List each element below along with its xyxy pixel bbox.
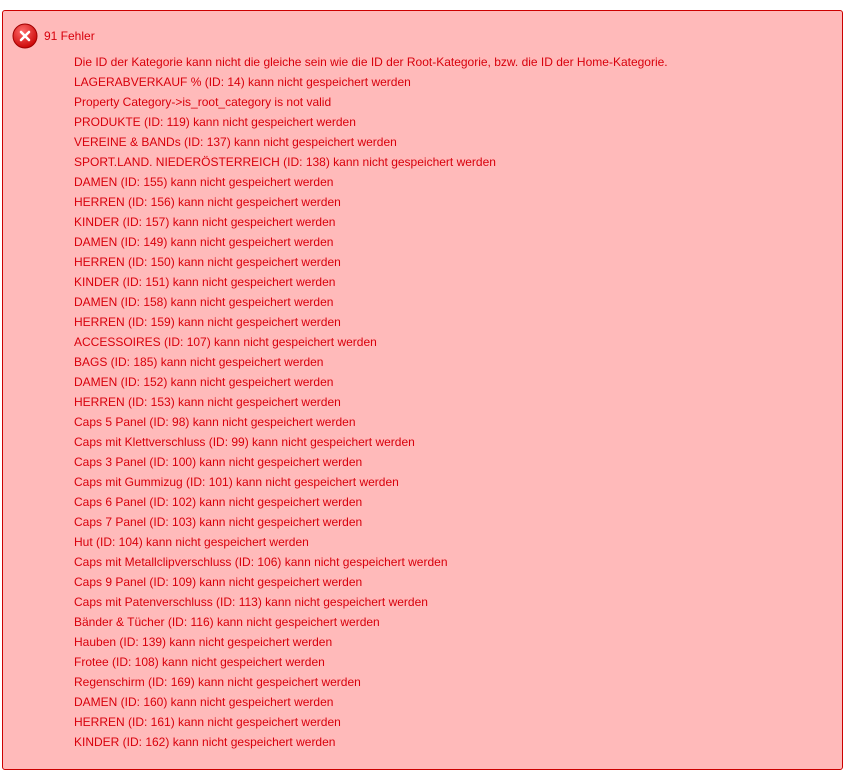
error-message-item: Die ID der Kategorie kann nicht die glei… (74, 55, 668, 69)
error-message-item: LAGERABVERKAUF % (ID: 14) kann nicht ges… (74, 75, 411, 89)
error-message-item: KINDER (ID: 151) kann nicht gespeichert … (74, 275, 336, 289)
error-message-item: Caps 9 Panel (ID: 109) kann nicht gespei… (74, 575, 363, 589)
error-message-item: DAMEN (ID: 149) kann nicht gespeichert w… (74, 235, 334, 249)
error-message-item: HERREN (ID: 156) kann nicht gespeichert … (74, 195, 341, 209)
error-message-item: DAMEN (ID: 160) kann nicht gespeichert w… (74, 695, 334, 709)
error-message-item: Hut (ID: 104) kann nicht gespeichert wer… (74, 535, 309, 549)
error-message-item: Caps 7 Panel (ID: 103) kann nicht gespei… (74, 515, 363, 529)
error-message-list: Die ID der Kategorie kann nicht die glei… (74, 52, 668, 752)
error-circle-x-icon (12, 23, 38, 49)
error-message-item: Property Category->is_root_category is n… (74, 95, 332, 109)
error-message-item: KINDER (ID: 162) kann nicht gespeichert … (74, 735, 336, 749)
error-message-item: Frotee (ID: 108) kann nicht gespeichert … (74, 655, 325, 669)
error-message-item: Caps mit Metallclipverschluss (ID: 106) … (74, 555, 448, 569)
error-message-item: HERREN (ID: 161) kann nicht gespeichert … (74, 715, 341, 729)
error-message-item: Caps 3 Panel (ID: 100) kann nicht gespei… (74, 455, 363, 469)
error-message-item: Caps mit Gummizug (ID: 101) kann nicht g… (74, 475, 399, 489)
error-message-item: PRODUKTE (ID: 119) kann nicht gespeicher… (74, 115, 356, 129)
error-count-label: 91 Fehler (44, 29, 95, 43)
error-message-item: DAMEN (ID: 152) kann nicht gespeichert w… (74, 375, 334, 389)
error-message-item: VEREINE & BANDs (ID: 137) kann nicht ges… (74, 135, 397, 149)
error-alert-header: 91 Fehler (12, 23, 95, 49)
error-message-item: BAGS (ID: 185) kann nicht gespeichert we… (74, 355, 324, 369)
error-message-item: Caps 5 Panel (ID: 98) kann nicht gespeic… (74, 415, 356, 429)
error-message-item: SPORT.LAND. NIEDERÖSTERREICH (ID: 138) k… (74, 155, 496, 169)
error-message-item: Caps mit Klettverschluss (ID: 99) kann n… (74, 435, 415, 449)
error-message-item: HERREN (ID: 150) kann nicht gespeichert … (74, 255, 341, 269)
error-message-item: Caps mit Patenverschluss (ID: 113) kann … (74, 595, 428, 609)
error-message-item: ACCESSOIRES (ID: 107) kann nicht gespeic… (74, 335, 377, 349)
error-message-item: HERREN (ID: 159) kann nicht gespeichert … (74, 315, 341, 329)
error-message-item: Hauben (ID: 139) kann nicht gespeichert … (74, 635, 333, 649)
error-alert-box: 91 Fehler Die ID der Kategorie kann nich… (2, 10, 843, 770)
error-message-item: DAMEN (ID: 155) kann nicht gespeichert w… (74, 175, 334, 189)
error-message-item: KINDER (ID: 157) kann nicht gespeichert … (74, 215, 336, 229)
error-message-item: Bänder & Tücher (ID: 116) kann nicht ges… (74, 615, 380, 629)
error-message-item: HERREN (ID: 153) kann nicht gespeichert … (74, 395, 341, 409)
error-message-item: DAMEN (ID: 158) kann nicht gespeichert w… (74, 295, 334, 309)
error-message-item: Regenschirm (ID: 169) kann nicht gespeic… (74, 675, 361, 689)
error-message-item: Caps 6 Panel (ID: 102) kann nicht gespei… (74, 495, 363, 509)
